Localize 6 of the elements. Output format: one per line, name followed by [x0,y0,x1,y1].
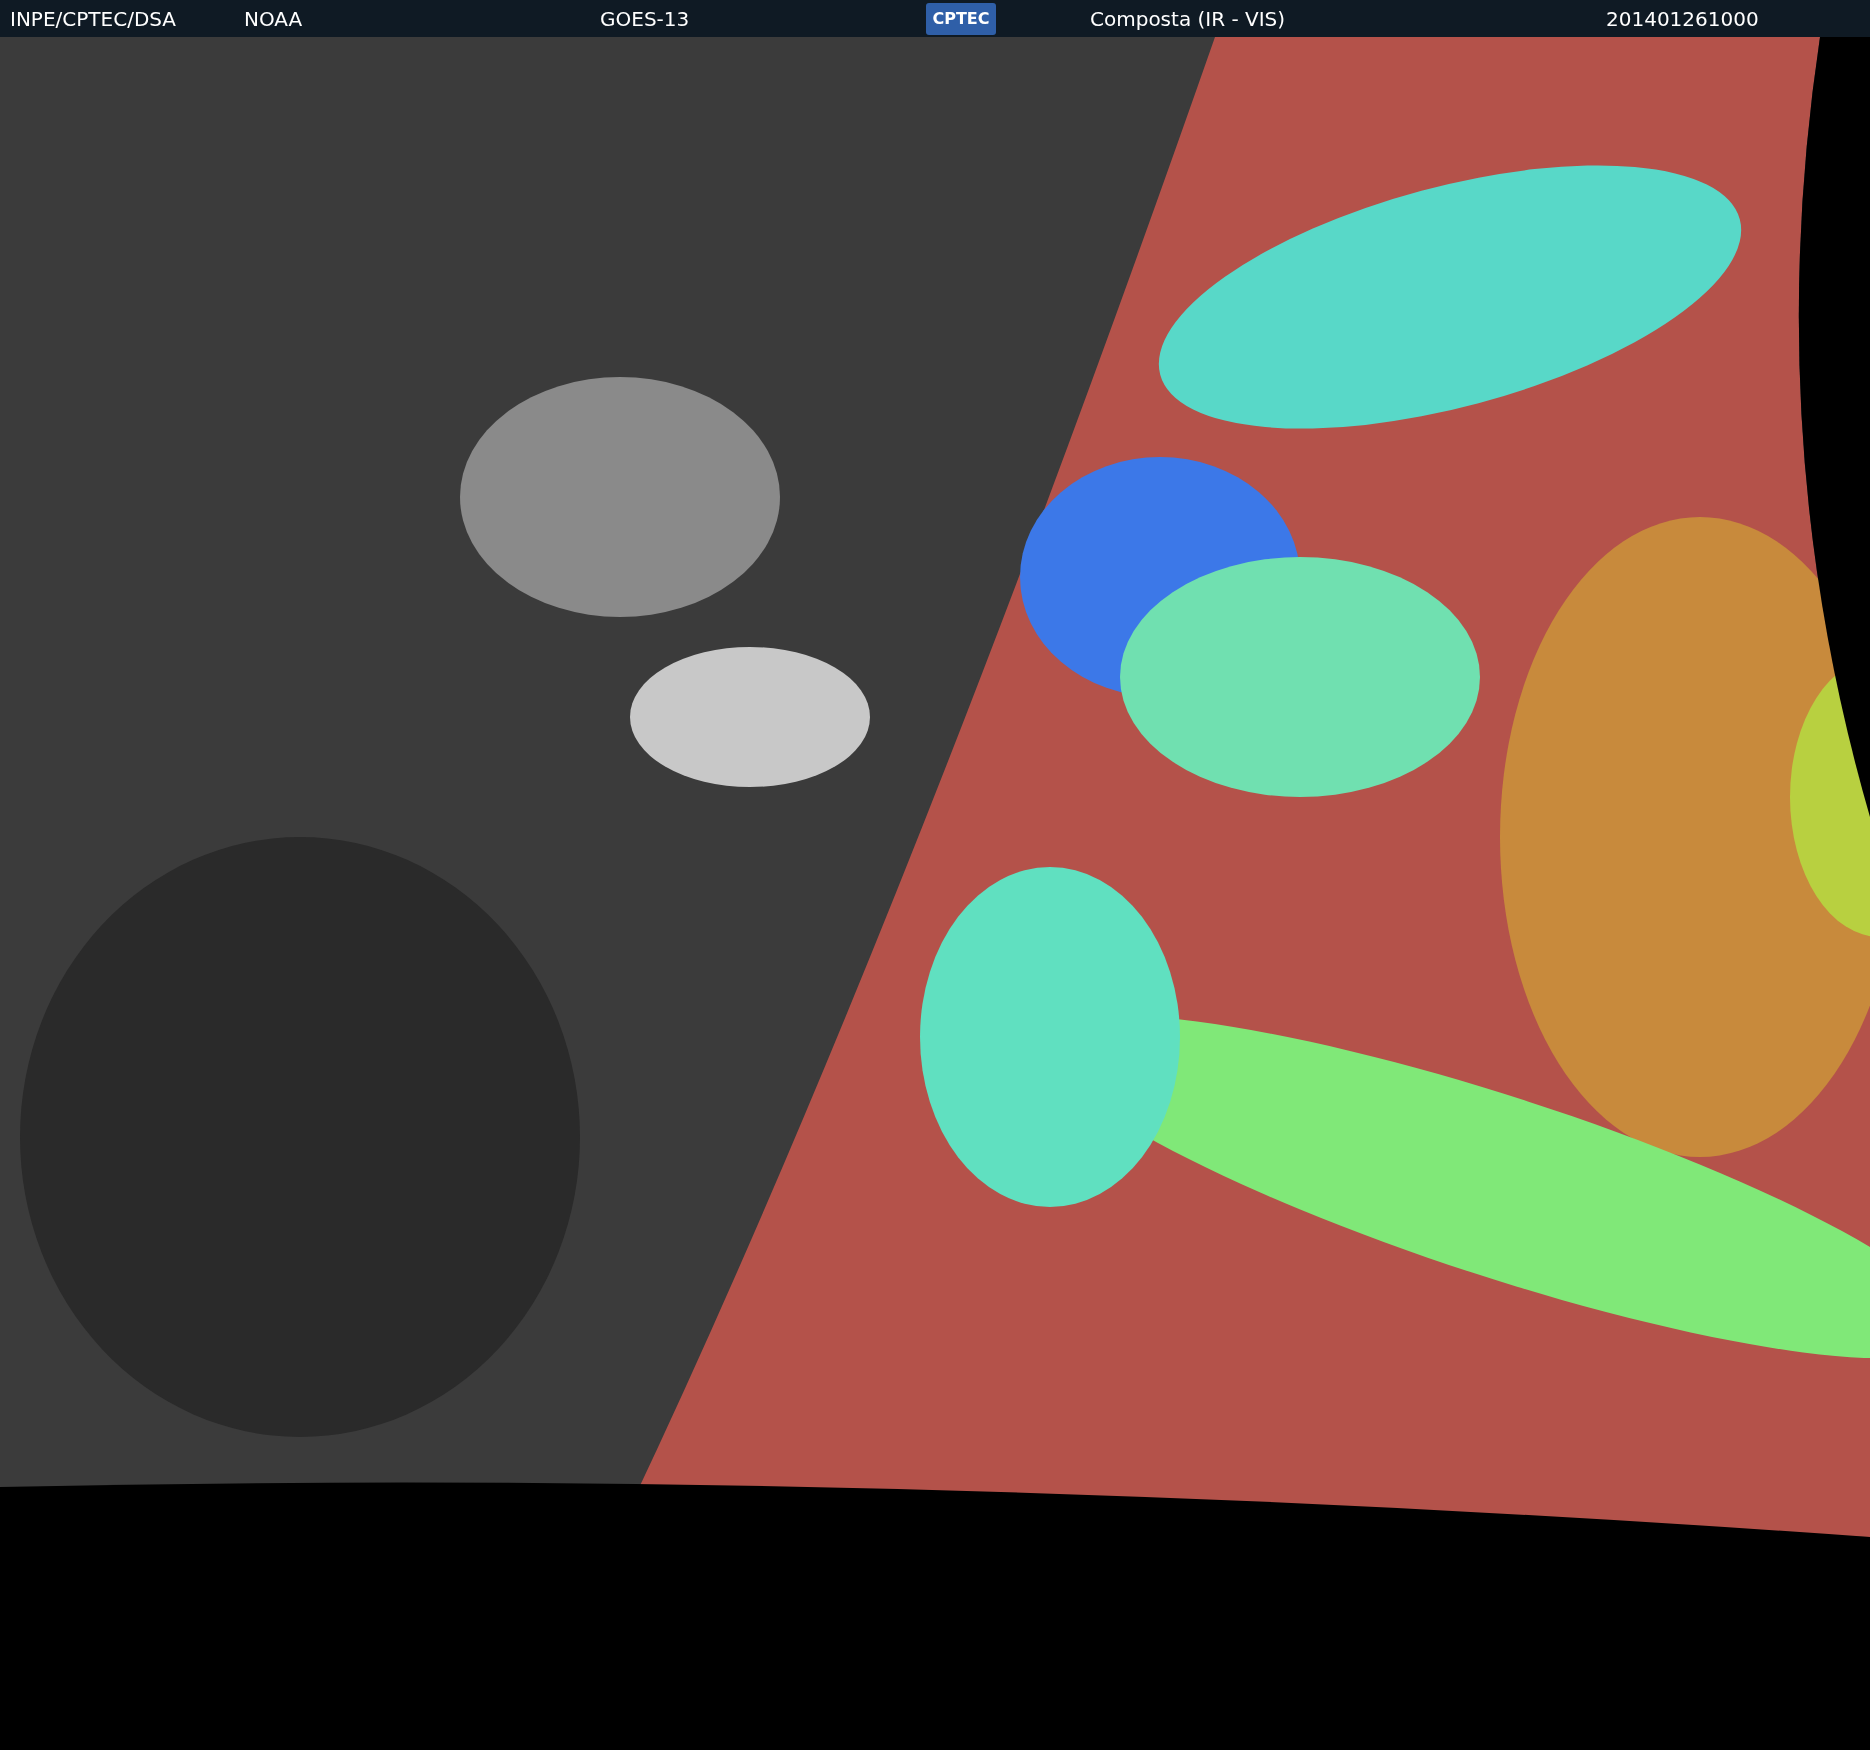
header-label: INPE/CPTEC/DSA [10,6,178,31]
product-title: Composta (IR - VIS) [1090,6,1287,31]
header-label: NOAA [244,6,304,31]
satellite-name: GOES-13 [600,6,691,31]
timestamp: 201401261000 [1606,6,1759,31]
logo: CPTEC [926,2,996,35]
